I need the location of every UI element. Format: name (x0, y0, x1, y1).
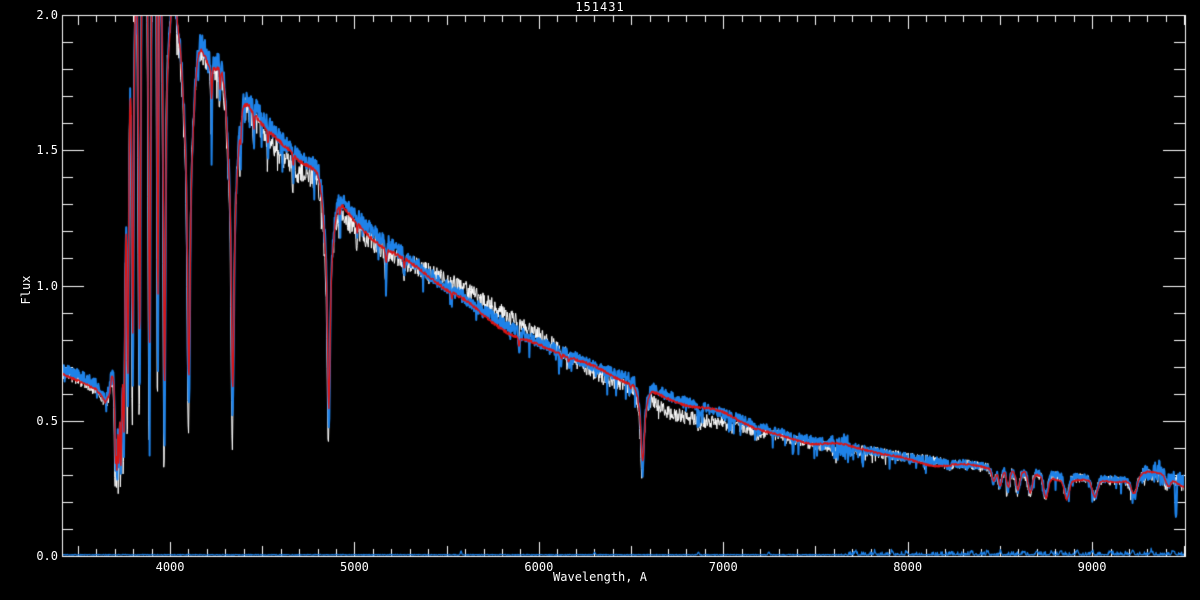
y-tick-label: 1.0 (8, 280, 58, 292)
spectrum-plot-canvas (0, 0, 1200, 600)
y-tick-label: 0.5 (8, 415, 58, 427)
x-tick-label: 4000 (140, 561, 200, 573)
y-tick-label: 1.5 (8, 144, 58, 156)
x-tick-label: 5000 (324, 561, 384, 573)
x-tick-label: 6000 (509, 561, 569, 573)
y-tick-label: 2.0 (8, 9, 58, 21)
x-tick-label: 8000 (878, 561, 938, 573)
x-tick-label: 9000 (1062, 561, 1122, 573)
x-tick-label: 7000 (693, 561, 753, 573)
spectrum-figure: 151431 Wavelength, A Flux 40005000600070… (0, 0, 1200, 600)
plot-title: 151431 (0, 1, 1200, 13)
y-tick-label: 0.0 (8, 550, 58, 562)
